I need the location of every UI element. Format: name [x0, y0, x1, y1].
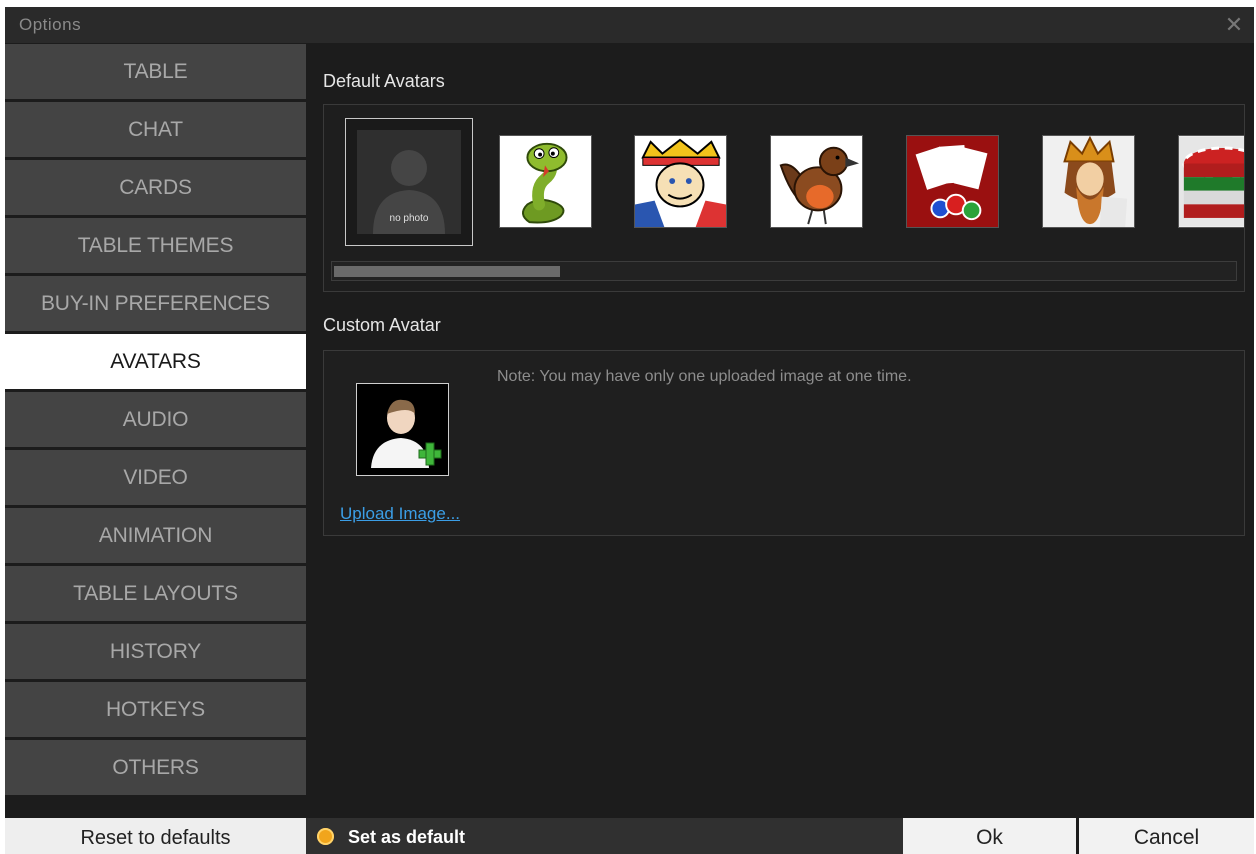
cancel-button[interactable]: Cancel — [1079, 818, 1254, 854]
add-user-icon[interactable] — [356, 383, 449, 476]
sidebar-item-table[interactable]: TABLE — [5, 44, 306, 99]
poker-chips-icon[interactable] — [1178, 135, 1244, 228]
close-icon[interactable]: ✕ — [1222, 13, 1246, 37]
sidebar-item-table-themes[interactable]: TABLE THEMES — [5, 218, 306, 273]
sidebar-item-audio[interactable]: AUDIO — [5, 392, 306, 447]
default-avatars-title: Default Avatars — [323, 71, 445, 91]
no-photo-icon: no photo — [357, 130, 461, 234]
default-avatars-gallery: no photo — [323, 104, 1245, 292]
avatars-horizontal-scrollbar[interactable] — [331, 261, 1237, 281]
upload-image-link[interactable]: Upload Image... — [340, 504, 460, 524]
upload-note: Note: You may have only one uploaded ima… — [497, 368, 912, 385]
sidebar-nav: TABLE CHAT CARDS TABLE THEMES BUY-IN PRE… — [5, 43, 306, 818]
bird-icon[interactable] — [770, 135, 863, 228]
no-photo-label: no photo — [389, 213, 429, 224]
sidebar-item-video[interactable]: VIDEO — [5, 450, 306, 505]
avatars-panel: Default Avatars no photo Custom Avatar N… — [306, 43, 1254, 818]
sidebar-item-avatars[interactable]: AVATARS — [5, 334, 306, 389]
sidebar-item-chat[interactable]: CHAT — [5, 102, 306, 157]
custom-avatar-title: Custom Avatar — [323, 315, 441, 335]
options-dialog: Options ✕ TABLE CHAT CARDS TABLE THEMES … — [5, 7, 1254, 854]
cards-and-chips-icon[interactable] — [906, 135, 999, 228]
snake-icon[interactable] — [499, 135, 592, 228]
avatar-option-no-photo[interactable]: no photo — [345, 118, 473, 246]
sidebar-item-buy-in-preferences[interactable]: BUY-IN PREFERENCES — [5, 276, 306, 331]
custom-avatar-panel: Note: You may have only one uploaded ima… — [323, 350, 1245, 536]
sidebar-item-animation[interactable]: ANIMATION — [5, 508, 306, 563]
king-portrait-icon[interactable] — [1042, 135, 1135, 228]
sidebar-item-cards[interactable]: CARDS — [5, 160, 306, 215]
title-bar: Options ✕ — [5, 7, 1254, 43]
footer-bar: Reset to defaults Set as default Ok Canc… — [5, 818, 1254, 854]
sidebar-item-others[interactable]: OTHERS — [5, 740, 306, 795]
scrollbar-thumb[interactable] — [334, 266, 560, 277]
reset-to-defaults-button[interactable]: Reset to defaults — [5, 818, 306, 854]
sidebar-item-hotkeys[interactable]: HOTKEYS — [5, 682, 306, 737]
king-card-icon[interactable] — [634, 135, 727, 228]
set-as-default-label: Set as default — [348, 827, 466, 847]
window-title: Options — [19, 15, 82, 34]
set-as-default-option[interactable]: Set as default — [306, 818, 903, 854]
sidebar-item-table-layouts[interactable]: TABLE LAYOUTS — [5, 566, 306, 621]
sidebar-item-history[interactable]: HISTORY — [5, 624, 306, 679]
ok-button[interactable]: Ok — [903, 818, 1076, 854]
set-as-default-radio[interactable] — [317, 828, 334, 845]
